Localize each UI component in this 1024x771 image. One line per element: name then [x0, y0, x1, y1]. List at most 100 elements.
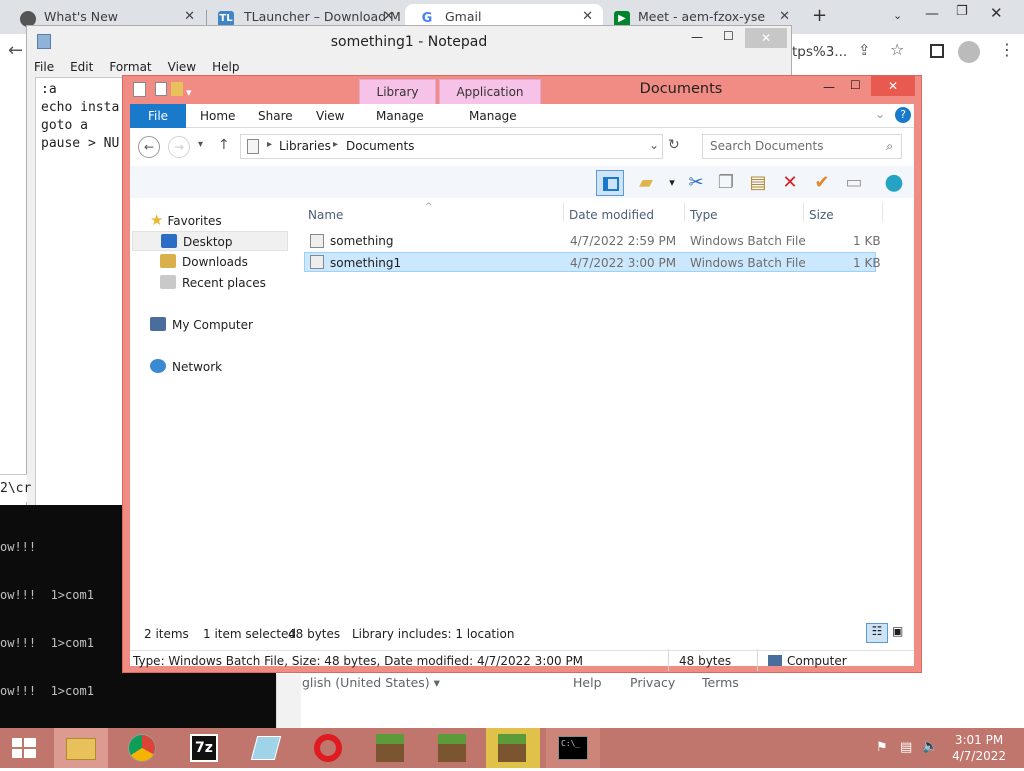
- back-arrow-icon[interactable]: ←: [8, 40, 23, 61]
- side-panel-icon[interactable]: [930, 44, 944, 58]
- ribbon-tab-home[interactable]: Home: [200, 109, 235, 123]
- system-clock[interactable]: 3:01 PM 4/7/2022: [952, 732, 1006, 764]
- details-view-icon[interactable]: ☷: [866, 623, 888, 643]
- folder-icon[interactable]: [170, 82, 183, 96]
- taskbar-chrome[interactable]: [116, 728, 170, 768]
- nav-favorites[interactable]: ★ Favorites: [150, 210, 222, 230]
- up-icon[interactable]: ↑: [218, 137, 230, 153]
- address-bar[interactable]: ▸ Libraries ▸ Documents ⌄: [240, 134, 663, 159]
- nav-network[interactable]: Network: [150, 357, 222, 377]
- address-bar-url[interactable]: tps%3...: [792, 44, 847, 60]
- folder-options-icon[interactable]: ▰: [632, 170, 660, 196]
- preview-pane-icon[interactable]: [596, 170, 624, 196]
- more-menu-icon[interactable]: ⋮: [999, 40, 1015, 59]
- column-header-name[interactable]: Name: [308, 208, 343, 222]
- footer-link-privacy[interactable]: Privacy: [630, 675, 675, 690]
- footer-link-help[interactable]: Help: [573, 675, 602, 690]
- explorer-close-button[interactable]: ✕: [871, 76, 915, 96]
- ribbon-tab-view[interactable]: View: [316, 109, 344, 123]
- minimize-icon[interactable]: —: [925, 6, 939, 22]
- taskbar-7zip[interactable]: 7z: [178, 728, 232, 768]
- check-icon[interactable]: ✔: [808, 170, 836, 196]
- back-icon[interactable]: ←: [138, 136, 160, 158]
- explorer-body: File Home Share View Manage Manage ⌄ ? ←…: [130, 104, 914, 671]
- new-folder-icon[interactable]: [155, 82, 167, 96]
- explorer-minimize-icon[interactable]: —: [823, 80, 835, 94]
- start-button[interactable]: [0, 728, 48, 768]
- breadcrumb-documents[interactable]: Documents: [346, 139, 414, 153]
- globe-icon[interactable]: ●: [880, 170, 908, 196]
- nav-recent-places[interactable]: Recent places: [160, 273, 266, 293]
- taskbar-opera[interactable]: [302, 728, 356, 768]
- explorer-maximize-icon[interactable]: ☐: [850, 78, 861, 92]
- language-selector[interactable]: glish (United States) ▾: [302, 675, 440, 690]
- file-date: 4/7/2022 3:00 PM: [570, 256, 677, 270]
- refresh-icon[interactable]: ↻: [668, 137, 680, 153]
- menu-view[interactable]: View: [161, 58, 203, 74]
- menu-file[interactable]: File: [27, 58, 61, 74]
- network-tray-icon[interactable]: ▤: [900, 740, 912, 755]
- column-divider: [684, 202, 685, 222]
- paste-icon[interactable]: ▤: [744, 170, 772, 196]
- forward-icon[interactable]: →: [168, 136, 190, 158]
- action-center-flag-icon[interactable]: ⚑: [876, 740, 888, 755]
- taskbar-command-prompt[interactable]: C:\_: [546, 728, 600, 768]
- nav-my-computer[interactable]: My Computer: [150, 315, 253, 335]
- ribbon-tab-manage-application[interactable]: Manage: [469, 109, 517, 123]
- delete-icon[interactable]: ✕: [776, 170, 804, 196]
- taskbar-app[interactable]: [240, 728, 294, 768]
- ribbon-tab-file[interactable]: File: [130, 104, 186, 128]
- recent-locations-icon[interactable]: ▾: [198, 139, 203, 150]
- menu-help[interactable]: Help: [205, 58, 246, 74]
- status-details: Type: Windows Batch File, Size: 48 bytes…: [133, 654, 584, 668]
- new-tab-button[interactable]: +: [812, 5, 827, 26]
- address-dropdown-icon[interactable]: ⌄: [649, 138, 659, 152]
- taskbar-minecraft-1[interactable]: [364, 728, 418, 768]
- notepad-close-icon[interactable]: ✕: [745, 28, 787, 48]
- column-header-size[interactable]: Size: [809, 208, 834, 222]
- explorer-properties-icon[interactable]: [133, 82, 146, 97]
- profile-avatar-icon[interactable]: [958, 41, 980, 63]
- rename-icon[interactable]: ▭: [840, 170, 868, 196]
- file-row[interactable]: something 4/7/2022 2:59 PM Windows Batch…: [304, 231, 881, 251]
- quick-access-toolbar[interactable]: ▾: [155, 82, 199, 99]
- column-header-type[interactable]: Type: [690, 208, 718, 222]
- close-window-icon[interactable]: ✕: [990, 4, 1003, 22]
- status-bar: Type: Windows Batch File, Size: 48 bytes…: [130, 649, 914, 672]
- command-prompt-icon: C:\_: [558, 736, 588, 760]
- share-icon[interactable]: ⇪: [858, 41, 871, 59]
- restore-icon[interactable]: ❐: [956, 4, 968, 19]
- menu-edit[interactable]: Edit: [63, 58, 100, 74]
- cut-icon[interactable]: ✂: [682, 170, 710, 196]
- copy-icon[interactable]: ❐: [712, 170, 740, 196]
- breadcrumb-libraries[interactable]: Libraries: [279, 139, 331, 153]
- taskbar-minecraft-3[interactable]: [486, 728, 540, 768]
- file-date: 4/7/2022 2:59 PM: [570, 234, 677, 248]
- ribbon-tab-manage-library[interactable]: Manage: [376, 109, 424, 123]
- selection-count: 1 item selected: [203, 627, 297, 641]
- large-icons-view-icon[interactable]: ▣: [892, 624, 903, 638]
- search-input[interactable]: Search Documents ⌕: [702, 134, 902, 159]
- ribbon-tab-share[interactable]: Share: [258, 109, 293, 123]
- batch-file-icon: [310, 234, 324, 248]
- notepad-minimize-icon[interactable]: —: [691, 30, 703, 44]
- sort-indicator-icon: ^: [425, 202, 433, 212]
- taskbar-file-explorer[interactable]: [54, 728, 108, 768]
- downloads-folder-icon: [160, 254, 176, 268]
- notepad-maximize-icon[interactable]: ☐: [723, 29, 734, 43]
- menu-format[interactable]: Format: [102, 58, 158, 74]
- column-header-date-modified[interactable]: Date modified: [569, 208, 654, 222]
- nav-desktop[interactable]: Desktop: [132, 231, 288, 251]
- customize-dropdown-icon[interactable]: ▾: [186, 86, 192, 99]
- taskbar-minecraft-2[interactable]: [426, 728, 480, 768]
- footer-link-terms[interactable]: Terms: [702, 675, 739, 690]
- ribbon-expand-icon[interactable]: ⌄: [875, 107, 885, 121]
- tab-search-icon[interactable]: ⌄: [893, 9, 902, 22]
- volume-icon[interactable]: 🔈: [922, 739, 938, 754]
- file-row-selected[interactable]: something1 4/7/2022 3:00 PM Windows Batc…: [304, 252, 881, 272]
- bookmark-star-icon[interactable]: ☆: [890, 40, 904, 59]
- help-icon[interactable]: ?: [895, 107, 911, 123]
- notepad-title: something1 - Notepad: [330, 34, 488, 50]
- recent-places-icon: [160, 275, 176, 289]
- nav-downloads[interactable]: Downloads: [160, 252, 248, 272]
